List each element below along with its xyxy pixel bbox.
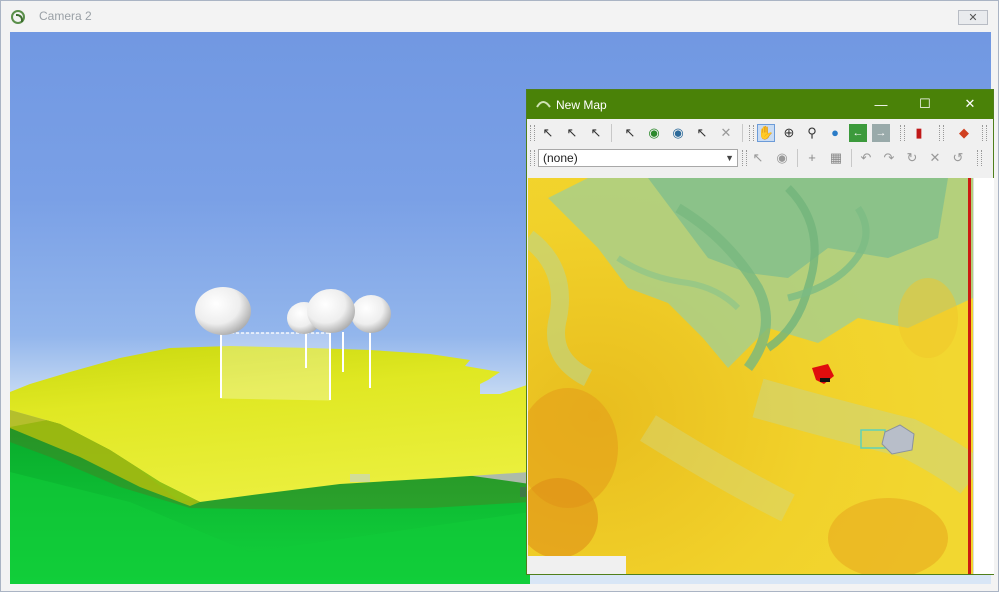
zoom-icon[interactable]: ⚲ — [803, 124, 821, 142]
layers-icon[interactable]: ◆ — [955, 124, 973, 142]
globe-select-icon[interactable]: ◉ — [669, 124, 687, 142]
map-titlebar: New Map — ☐ ✕ — [527, 90, 993, 119]
red-marker-icon[interactable]: ▮ — [910, 124, 928, 142]
zoom-in-icon[interactable]: ⊕ — [780, 124, 798, 142]
green-arrow-icon[interactable]: ◉ — [645, 124, 663, 142]
transparent-box — [220, 332, 331, 401]
plus-icon[interactable]: + — [803, 149, 821, 167]
edit-globe-icon[interactable]: ◉ — [773, 149, 791, 167]
rotate-icon[interactable]: ↻ — [903, 149, 921, 167]
undo-icon[interactable]: ↶ — [857, 149, 875, 167]
close-icon: ✕ — [968, 12, 978, 24]
map-toolbar-edit: (none) ▼ ↖ ◉ + ▦ ↶ ↷ ↻ ✕ ↺ — [527, 146, 993, 170]
forward-arrow-icon[interactable]: → — [872, 124, 890, 142]
window-title: Camera 2 — [39, 9, 92, 23]
toolbar-grip[interactable] — [742, 150, 747, 166]
elevation-map — [528, 178, 973, 574]
map-close-icon: ✕ — [964, 96, 976, 111]
map-side-panel — [973, 178, 994, 574]
globe-icon[interactable]: ● — [826, 124, 844, 142]
redo-icon[interactable]: ↷ — [880, 149, 898, 167]
toolbar-grip[interactable] — [977, 150, 982, 166]
map-status-blank — [528, 556, 626, 574]
app-logo-icon — [11, 10, 25, 24]
toolbar-grip[interactable] — [749, 125, 754, 141]
sphere-marker — [351, 295, 391, 333]
delete-icon[interactable]: ✕ — [926, 149, 944, 167]
grid-icon[interactable]: ▦ — [827, 149, 845, 167]
camera-titlebar: Camera 2 ✕ — [1, 1, 998, 31]
sphere-marker — [307, 289, 355, 333]
delete-x-icon[interactable]: ✕ — [717, 124, 735, 142]
select-tool-icon[interactable]: ↖ — [563, 124, 581, 142]
map-close-button[interactable]: ✕ — [960, 95, 980, 113]
add-point-icon[interactable]: ↖ — [749, 149, 767, 167]
map-window: New Map — ☐ ✕ ↖ ↖ ↖ ↖ ◉ ◉ ↖ ✕ ✋ ⊕ ⚲ ● ← … — [526, 89, 994, 575]
map-app-icon — [536, 101, 551, 108]
refresh-icon[interactable]: ↺ — [949, 149, 967, 167]
pointer-icon[interactable]: ↖ — [621, 124, 639, 142]
map-window-title: New Map — [556, 98, 607, 112]
layer-select-value: (none) — [543, 151, 578, 165]
minimize-button[interactable]: — — [871, 95, 891, 113]
maximize-button[interactable]: ☐ — [915, 95, 935, 113]
maximize-icon: ☐ — [919, 96, 931, 111]
pan-hand-icon[interactable]: ✋ — [757, 124, 775, 142]
toolbar-grip[interactable] — [900, 125, 905, 141]
toolbar-grip[interactable] — [982, 125, 987, 141]
toolbar-grip[interactable] — [939, 125, 944, 141]
map-extent-line — [968, 178, 971, 574]
back-arrow-icon[interactable]: ← — [849, 124, 867, 142]
sphere-marker — [195, 287, 251, 335]
map-toolbar-main: ↖ ↖ ↖ ↖ ◉ ◉ ↖ ✕ ✋ ⊕ ⚲ ● ← → ▮ ◆ — [527, 121, 993, 145]
chevron-down-icon: ▼ — [725, 153, 734, 163]
map-canvas[interactable] — [528, 178, 973, 574]
layer-select[interactable]: (none) ▼ — [538, 149, 738, 167]
toolbar-grip[interactable] — [530, 125, 535, 141]
minimize-icon: — — [874, 96, 888, 112]
pointer-plus-icon[interactable]: ↖ — [693, 124, 711, 142]
select-arrow-icon[interactable]: ↖ — [539, 124, 557, 142]
toolbar-grip[interactable] — [530, 150, 535, 166]
select-attributes-icon[interactable]: ↖ — [587, 124, 605, 142]
close-button[interactable]: ✕ — [958, 10, 988, 25]
